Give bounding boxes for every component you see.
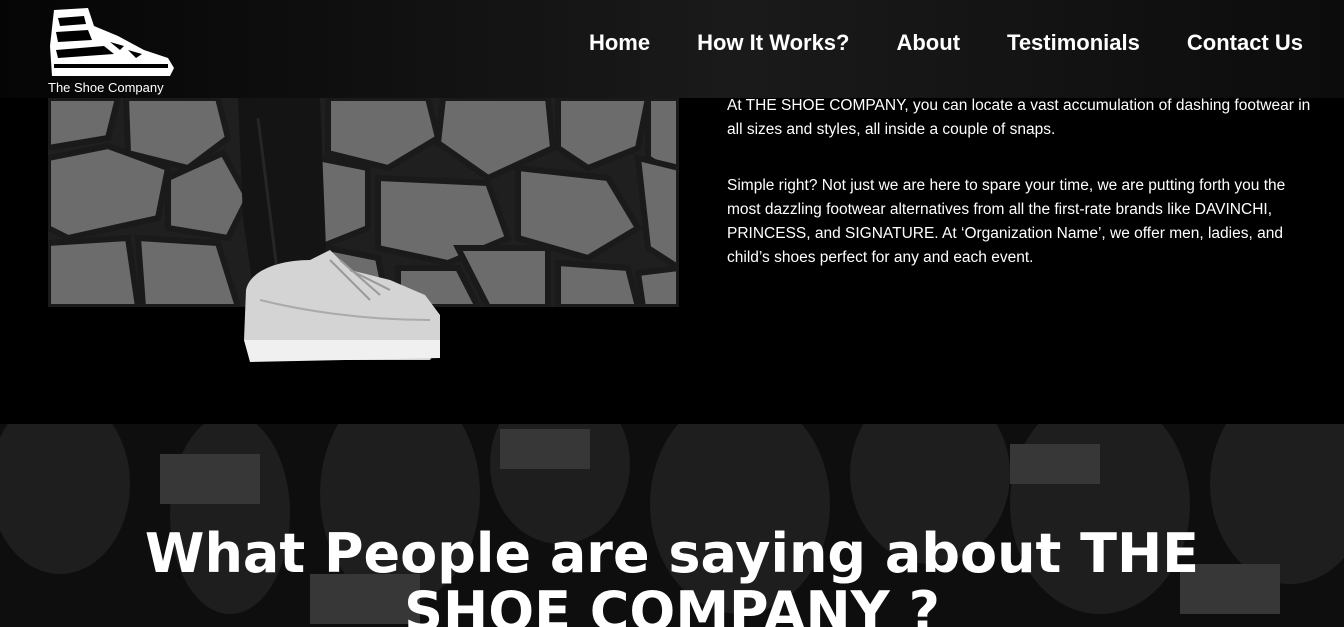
sneaker-icon <box>50 8 174 76</box>
brand-logo[interactable]: The Shoe Company <box>48 6 178 96</box>
brand-name: The Shoe Company <box>48 80 164 95</box>
about-paragraph-2: Simple right? Not just we are here to sp… <box>727 177 1286 266</box>
nav-home[interactable]: Home <box>589 30 650 56</box>
testimonials-heading: What People are saying about THE SHOE CO… <box>144 521 1200 627</box>
site-header: The Shoe Company Home How It Works? Abou… <box>0 0 1344 98</box>
nav-about[interactable]: About <box>896 30 960 56</box>
nav-how-it-works[interactable]: How It Works? <box>697 30 849 56</box>
testimonials-section: What People are saying about THE SHOE CO… <box>0 424 1344 627</box>
nav-testimonials[interactable]: Testimonials <box>1007 30 1140 56</box>
nav-contact-us[interactable]: Contact Us <box>1187 30 1303 56</box>
about-copy: At THE SHOE COMPANY, you can locate a va… <box>727 94 1312 302</box>
about-paragraph-1: At THE SHOE COMPANY, you can locate a va… <box>727 97 1311 138</box>
sneaker-photo <box>244 250 440 362</box>
main-nav: Home How It Works? About Testimonials Co… <box>589 30 1303 56</box>
